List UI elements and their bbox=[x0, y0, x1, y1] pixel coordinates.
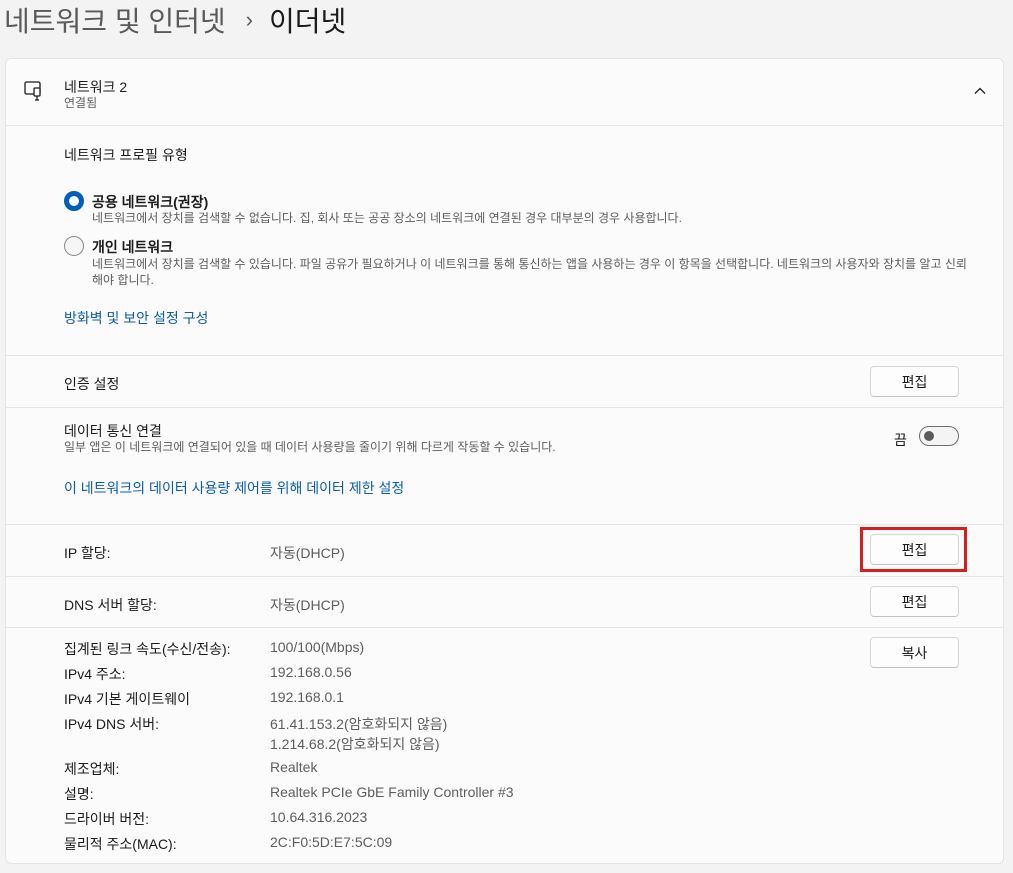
ip-assignment-value: 자동(DHCP) bbox=[270, 545, 345, 561]
public-network-title[interactable]: 공용 네트워크(권장) bbox=[92, 192, 208, 212]
ipv4-dns-value-2: 1.214.68.2(암호화되지 않음) bbox=[270, 736, 440, 752]
metered-connection-toggle[interactable] bbox=[919, 426, 959, 446]
ethernet-card: 네트워크 2 연결됨 네트워크 프로필 유형 공용 네트워크(권장) 네트워크에… bbox=[5, 58, 1004, 864]
description-value: Realtek PCIe GbE Family Controller #3 bbox=[270, 784, 514, 800]
gateway-value: 192.168.0.1 bbox=[270, 689, 344, 705]
connection-status: 연결됨 bbox=[64, 96, 98, 110]
page-title: 이더넷 bbox=[268, 6, 347, 37]
breadcrumb: 네트워크 및 인터넷 › 이더넷 bbox=[4, 0, 346, 40]
divider bbox=[6, 524, 1003, 525]
divider bbox=[6, 125, 1003, 126]
firewall-settings-link[interactable]: 방화벽 및 보안 설정 구성 bbox=[64, 308, 208, 328]
gateway-label: IPv4 기본 게이트웨이 bbox=[64, 691, 190, 707]
description-label: 설명: bbox=[64, 786, 94, 802]
private-network-description: 네트워크에서 장치를 검색할 수 있습니다. 파일 공유가 필요하거나 이 네트… bbox=[92, 257, 967, 287]
driver-version-value: 10.64.316.2023 bbox=[270, 809, 368, 825]
divider bbox=[6, 355, 1003, 356]
ipv4-address-label: IPv4 주소: bbox=[64, 666, 126, 682]
auth-settings-label: 인증 설정 bbox=[64, 376, 120, 392]
driver-version-label: 드라이버 버전: bbox=[64, 811, 150, 827]
ipv4-dns-value-1: 61.41.153.2(암호화되지 않음) bbox=[270, 716, 448, 732]
mac-address-value: 2C:F0:5D:E7:5C:09 bbox=[270, 834, 393, 850]
ipv4-dns-label: IPv4 DNS 서버: bbox=[64, 716, 160, 732]
auth-edit-button[interactable]: 편집 bbox=[870, 366, 959, 397]
breadcrumb-separator: › bbox=[245, 7, 253, 32]
dns-assignment-edit-button[interactable]: 편집 bbox=[870, 586, 959, 617]
divider bbox=[6, 576, 1003, 577]
data-limit-link[interactable]: 이 네트워크의 데이터 사용량 제어를 위해 데이터 제한 설정 bbox=[64, 478, 404, 498]
dns-assignment-value: 자동(DHCP) bbox=[270, 597, 345, 613]
mac-address-label: 물리적 주소(MAC): bbox=[64, 836, 177, 852]
link-speed-value: 100/100(Mbps) bbox=[270, 639, 365, 655]
metered-connection-label: 데이터 통신 연결 bbox=[64, 423, 162, 439]
chevron-up-icon[interactable] bbox=[968, 79, 992, 103]
divider bbox=[6, 627, 1003, 628]
highlight-box bbox=[860, 527, 967, 572]
toggle-knob bbox=[924, 431, 934, 441]
manufacturer-value: Realtek bbox=[270, 759, 318, 775]
manufacturer-label: 제조업체: bbox=[64, 761, 120, 777]
ipv4-address-value: 192.168.0.56 bbox=[270, 664, 352, 680]
public-network-radio[interactable] bbox=[64, 191, 84, 211]
link-speed-label: 집계된 링크 속도(수신/전송): bbox=[64, 641, 231, 657]
breadcrumb-parent[interactable]: 네트워크 및 인터넷 bbox=[4, 0, 226, 40]
metered-toggle-state: 끔 bbox=[894, 432, 907, 448]
copy-properties-button[interactable]: 복사 bbox=[870, 637, 959, 668]
public-network-description: 네트워크에서 장치를 검색할 수 없습니다. 집, 회사 또는 공공 장소의 네… bbox=[92, 211, 682, 225]
metered-connection-description: 일부 앱은 이 네트워크에 연결되어 있을 때 데이터 사용량을 줄이기 위해 … bbox=[64, 440, 556, 454]
dns-assignment-label: DNS 서버 할당: bbox=[64, 597, 157, 613]
profile-type-heading: 네트워크 프로필 유형 bbox=[64, 147, 188, 163]
network-name: 네트워크 2 bbox=[64, 79, 128, 95]
private-network-radio[interactable] bbox=[64, 236, 84, 256]
private-network-title[interactable]: 개인 네트워크 bbox=[92, 237, 173, 257]
divider bbox=[6, 407, 1003, 408]
ip-assignment-label: IP 할당: bbox=[64, 545, 111, 561]
ethernet-icon bbox=[22, 79, 46, 103]
card-header[interactable]: 네트워크 2 연결됨 bbox=[6, 59, 1003, 125]
